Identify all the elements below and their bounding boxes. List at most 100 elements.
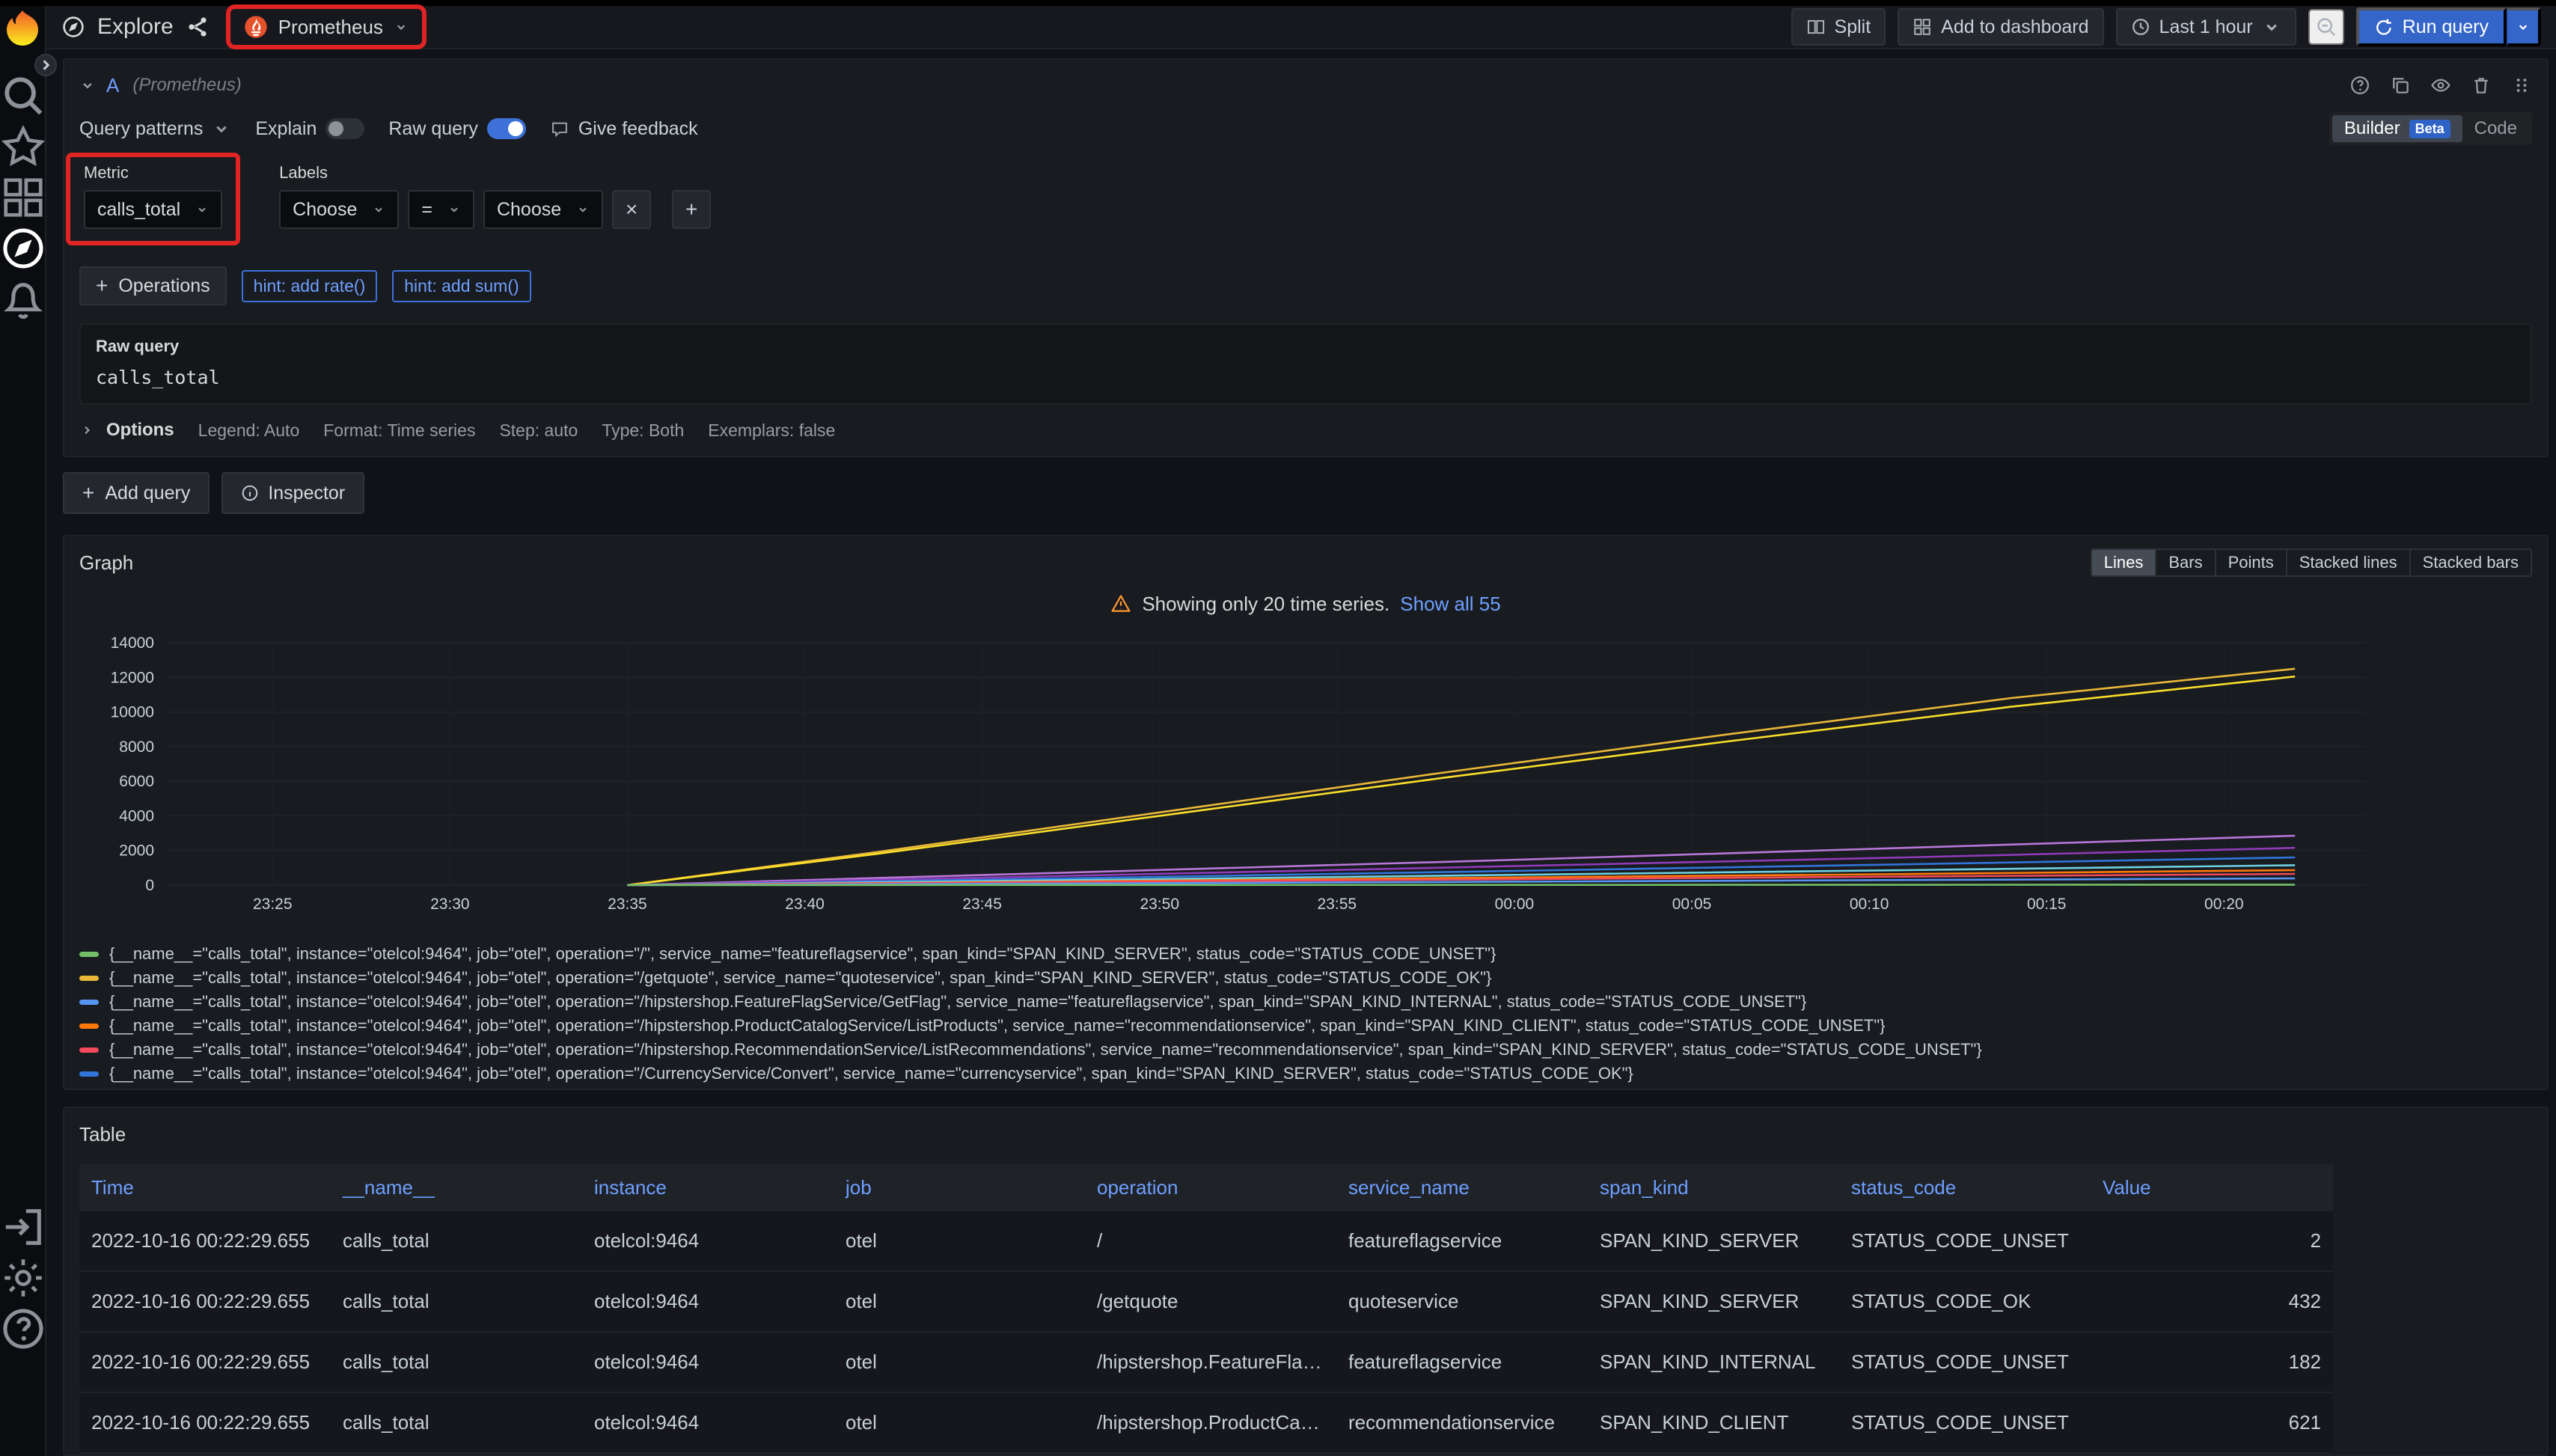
legend-label: {__name__="calls_total", instance="otelc… xyxy=(109,992,1806,1012)
add-to-dashboard-label: Add to dashboard xyxy=(1941,16,2088,38)
sign-in-icon[interactable] xyxy=(0,1208,46,1247)
add-operation-button[interactable]: + Operations xyxy=(79,266,227,305)
legend-swatch-icon xyxy=(79,976,99,981)
search-icon[interactable] xyxy=(0,76,46,115)
table-cell: calls_total xyxy=(331,1211,582,1271)
help-circle-icon[interactable] xyxy=(0,1309,46,1348)
alerts-bell-icon[interactable] xyxy=(0,280,46,319)
metric-select[interactable]: calls_total xyxy=(84,190,222,229)
legend-item[interactable]: {__name__="calls_total", instance="otelc… xyxy=(79,1062,2532,1086)
zoom-out-button[interactable] xyxy=(2308,9,2344,45)
share-icon[interactable] xyxy=(186,15,210,39)
svg-text:00:05: 00:05 xyxy=(1672,896,1712,913)
run-query-button[interactable]: Run query xyxy=(2356,7,2507,46)
split-button[interactable]: Split xyxy=(1791,8,1886,46)
legend-swatch-icon xyxy=(79,1000,99,1005)
graph-mode-stacked-lines[interactable]: Stacked lines xyxy=(2287,548,2411,577)
legend-item[interactable]: {__name__="calls_total", instance="otelc… xyxy=(79,942,2532,966)
legend-item[interactable]: {__name__="calls_total", instance="otelc… xyxy=(79,966,2532,990)
settings-gear-icon[interactable] xyxy=(0,1258,46,1297)
metric-value: calls_total xyxy=(97,199,180,221)
add-query-button[interactable]: + Add query xyxy=(63,472,210,514)
table-cell: /hipstershop.FeatureFlagService/GetFlag xyxy=(1085,1332,1336,1392)
remove-label-button[interactable]: × xyxy=(612,190,651,229)
query-ref-id[interactable]: A xyxy=(106,74,119,97)
table-cell: 2022-10-16 00:22:29.655 xyxy=(79,1392,331,1453)
builder-mode-button[interactable]: Builder Beta xyxy=(2332,115,2462,142)
label-operator-select[interactable]: = xyxy=(408,190,474,229)
table-cell: calls_total xyxy=(331,1271,582,1332)
legend-label: {__name__="calls_total", instance="otelc… xyxy=(109,968,1491,988)
explore-title-compass-icon xyxy=(61,15,85,39)
graph-mode-stacked-bars[interactable]: Stacked bars xyxy=(2411,548,2532,577)
disable-query-eye-icon[interactable] xyxy=(2430,75,2451,96)
column-header-instance[interactable]: instance xyxy=(582,1164,834,1211)
collapse-chevron-icon[interactable] xyxy=(79,77,96,94)
duplicate-query-icon[interactable] xyxy=(2390,75,2411,96)
remove-query-trash-icon[interactable] xyxy=(2471,75,2492,96)
grafana-logo-icon[interactable] xyxy=(0,10,45,49)
split-icon xyxy=(1806,17,1826,37)
column-header-span_kind[interactable]: span_kind xyxy=(1588,1164,1839,1211)
svg-text:6000: 6000 xyxy=(119,773,154,790)
show-all-series-link[interactable]: Show all 55 xyxy=(1400,593,1500,616)
legend-item[interactable]: {__name__="calls_total", instance="otelc… xyxy=(79,990,2532,1014)
table-cell: 2022-10-16 00:22:29.655 xyxy=(79,1211,331,1271)
graph-panel-title: Graph xyxy=(79,551,133,575)
table-panel: Table Time__name__instancejoboperationse… xyxy=(63,1107,2549,1456)
column-header-time[interactable]: Time xyxy=(79,1164,331,1211)
label-key-select[interactable]: Choose xyxy=(279,190,399,229)
inspector-button[interactable]: Inspector xyxy=(221,472,364,514)
datasource-picker[interactable]: Prometheus xyxy=(230,9,422,45)
run-query-dropdown[interactable] xyxy=(2507,7,2541,46)
explore-compass-icon[interactable] xyxy=(0,229,46,268)
legend-swatch-icon xyxy=(79,1024,99,1029)
graph-mode-points[interactable]: Points xyxy=(2216,548,2287,577)
chevron-down-icon xyxy=(2516,19,2531,34)
column-header-job[interactable]: job xyxy=(834,1164,1085,1211)
star-icon[interactable] xyxy=(0,127,46,166)
add-to-dashboard-button[interactable]: Add to dashboard xyxy=(1898,8,2103,46)
hint-add-sum-button[interactable]: hint: add sum() xyxy=(392,270,531,302)
table-cell: SPAN_KIND_INTERNAL xyxy=(1588,1332,1839,1392)
raw-query-toggle-row: Raw query xyxy=(388,118,526,140)
drag-grip-icon[interactable] xyxy=(2511,75,2532,96)
column-header-status_code[interactable]: status_code xyxy=(1839,1164,2091,1211)
query-help-icon[interactable] xyxy=(2349,75,2370,96)
label-value-select[interactable]: Choose xyxy=(483,190,603,229)
chevron-down-icon xyxy=(576,203,590,216)
column-header-operation[interactable]: operation xyxy=(1085,1164,1336,1211)
timeseries-chart[interactable]: 0200040006000800010000120001400023:2523:… xyxy=(79,634,2378,933)
add-label-button[interactable]: + xyxy=(672,190,711,229)
apps-icon[interactable] xyxy=(0,178,46,217)
graph-mode-bars[interactable]: Bars xyxy=(2156,548,2216,577)
sidebar xyxy=(0,6,46,1456)
expand-sidebar-button[interactable] xyxy=(34,54,57,76)
legend-item[interactable]: {__name__="calls_total", instance="otelc… xyxy=(79,1014,2532,1038)
code-mode-button[interactable]: Code xyxy=(2462,115,2529,142)
time-range-picker[interactable]: Last 1 hour xyxy=(2116,8,2296,46)
query-patterns-label: Query patterns xyxy=(79,118,203,140)
option-type: Type: Both xyxy=(602,420,684,441)
warning-triangle-icon xyxy=(1110,593,1131,614)
legend-item[interactable]: {__name__="calls_total", instance="otelc… xyxy=(79,1038,2532,1062)
main-content: A (Prometheus) Query patterns Explain xyxy=(46,49,2556,1456)
hint-add-rate-button[interactable]: hint: add rate() xyxy=(242,270,378,302)
legend-item[interactable]: {__name__="calls_total", instance="otelc… xyxy=(79,1086,2532,1090)
options-chevron-icon[interactable] xyxy=(79,423,94,438)
raw-query-toggle[interactable] xyxy=(487,118,526,139)
column-header-value[interactable]: Value xyxy=(2091,1164,2333,1211)
give-feedback-link[interactable]: Give feedback xyxy=(550,118,698,140)
graph-mode-lines[interactable]: Lines xyxy=(2091,548,2157,577)
raw-query-text: calls_total xyxy=(96,367,2516,388)
query-patterns-dropdown[interactable]: Query patterns xyxy=(79,118,231,140)
grafana-explore-app: Explore Prometheus Split Add to dashboar… xyxy=(0,0,2556,1456)
warning-text: Showing only 20 time series. xyxy=(1142,593,1389,616)
column-header-service_name[interactable]: service_name xyxy=(1336,1164,1588,1211)
column-header-__name__[interactable]: __name__ xyxy=(331,1164,582,1211)
table-cell: otelcol:9464 xyxy=(582,1332,834,1392)
explain-toggle[interactable] xyxy=(325,118,364,139)
options-label[interactable]: Options xyxy=(106,420,174,441)
query-editor-panel: A (Prometheus) Query patterns Explain xyxy=(63,58,2549,457)
svg-text:00:00: 00:00 xyxy=(1495,896,1535,913)
